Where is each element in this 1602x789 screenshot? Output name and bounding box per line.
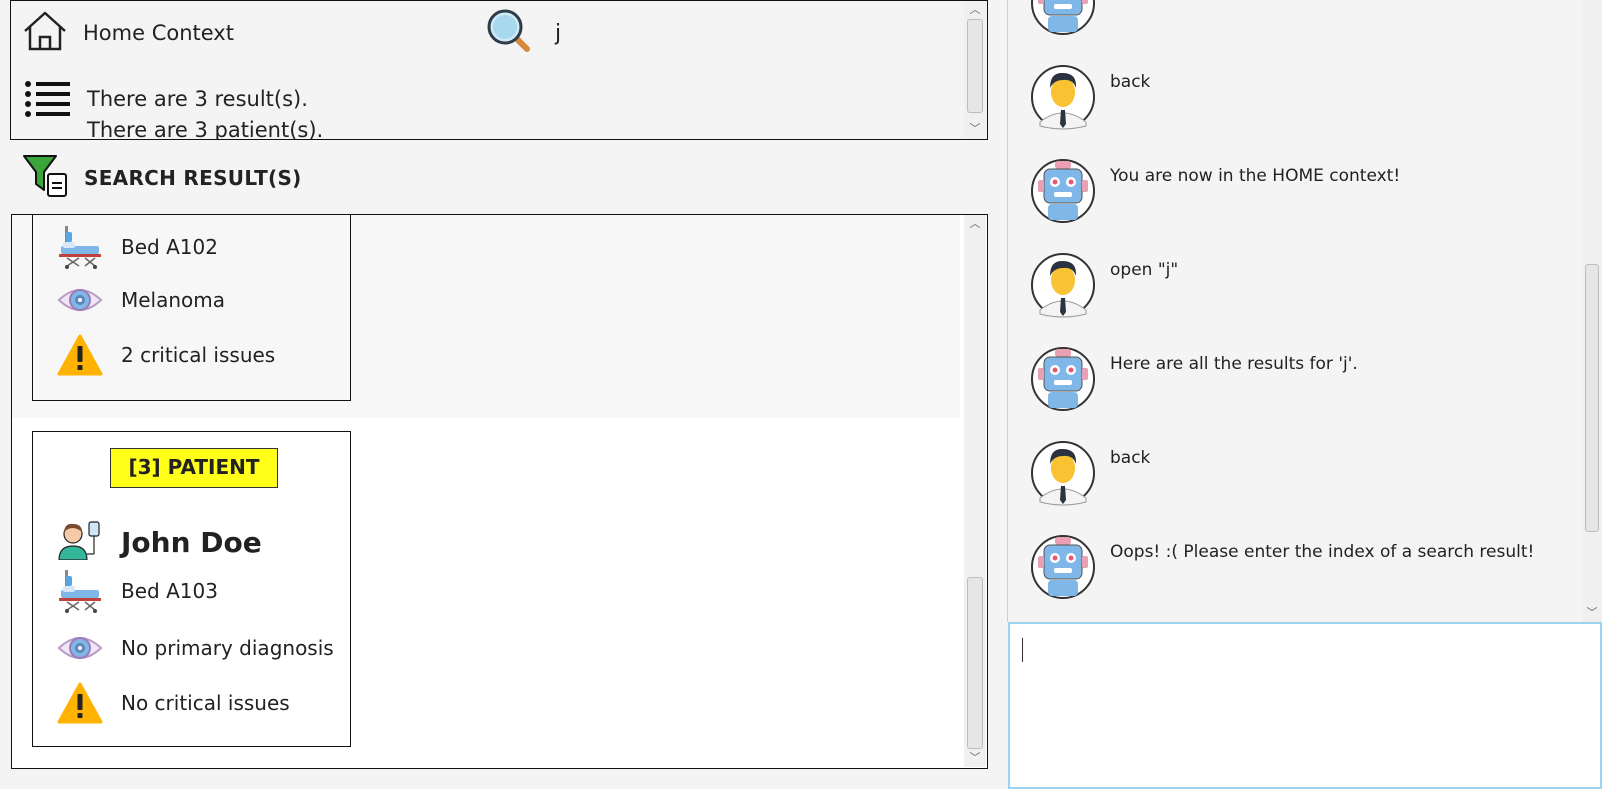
issues-label: No critical issues	[121, 691, 290, 715]
diagnosis-label: Melanoma	[121, 288, 226, 312]
list-icon	[24, 79, 72, 123]
diagnosis-row: Melanoma	[57, 282, 225, 318]
eye-icon	[57, 282, 103, 318]
user-avatar-icon	[1030, 440, 1096, 506]
left-pane: Home Context j There are 3 result(s). Th…	[0, 0, 1008, 789]
patients-count-text: There are 3 patient(s).	[87, 118, 324, 140]
bed-label: Bed A103	[121, 579, 218, 603]
home-icon	[21, 9, 69, 57]
chat-message-bot: Here are all the results for 'j'.	[1030, 346, 1358, 412]
patient-icon	[57, 520, 103, 564]
chat-message-text: back	[1110, 448, 1151, 468]
issues-label: 2 critical issues	[121, 343, 276, 367]
chat-input[interactable]	[1008, 622, 1602, 789]
text-caret	[1022, 638, 1023, 662]
search-query: j	[555, 20, 562, 46]
search-icon	[485, 7, 533, 59]
results-count-text: There are 3 result(s).	[87, 87, 308, 111]
context-indicator: Home Context	[21, 9, 234, 57]
warning-icon	[57, 682, 103, 724]
chat-history: back You are now in the HOME context! op…	[1008, 0, 1602, 622]
chat-message-text: Oops! :( Please enter the index of a sea…	[1110, 542, 1535, 562]
chat-message-user: back	[1030, 440, 1150, 506]
scrollbar-thumb[interactable]	[1585, 264, 1599, 532]
chat-message-user: back	[1030, 64, 1150, 130]
app-window: Home Context j There are 3 result(s). Th…	[0, 0, 1602, 789]
chat-scrollbar[interactable]: ﹀	[1582, 0, 1602, 622]
scroll-down-arrow[interactable]: ﹀	[964, 122, 986, 136]
patient-card-2[interactable]: Bed A102 Melanoma 2 critical issues	[32, 215, 351, 401]
results-scrollbar[interactable]: ︿ ﹀	[964, 215, 986, 767]
bed-label: Bed A102	[121, 235, 218, 259]
name-row: John Doe	[57, 520, 262, 564]
warning-icon	[57, 334, 103, 376]
scrollbar-thumb[interactable]	[967, 19, 983, 113]
hospital-bed-icon	[57, 568, 103, 614]
chat-message-bot	[1030, 0, 1096, 36]
issues-row: No critical issues	[57, 682, 290, 724]
scroll-up-arrow[interactable]: ︿	[964, 217, 986, 231]
context-label: Home Context	[83, 21, 234, 45]
results-title: SEARCH RESULT(S)	[84, 166, 302, 190]
chat-pane: back You are now in the HOME context! op…	[1008, 0, 1602, 789]
chat-message-bot: You are now in the HOME context!	[1030, 158, 1400, 224]
results-header: SEARCH RESULT(S)	[22, 152, 302, 204]
eye-icon	[57, 630, 103, 666]
diagnosis-label: No primary diagnosis	[121, 636, 334, 660]
scroll-down-arrow[interactable]: ﹀	[964, 751, 986, 765]
robot-avatar-icon	[1030, 158, 1096, 224]
status-scrollbar[interactable]: ︿ ﹀	[964, 1, 986, 138]
patient-name: John Doe	[121, 525, 262, 559]
robot-avatar-icon	[1030, 346, 1096, 412]
scrollbar-thumb[interactable]	[967, 577, 983, 749]
status-panel: Home Context j There are 3 result(s). Th…	[10, 0, 988, 140]
scroll-down-arrow[interactable]: ﹀	[1582, 606, 1602, 620]
patient-index-badge: [3] PATIENT	[110, 448, 278, 488]
user-avatar-icon	[1030, 252, 1096, 318]
robot-avatar-icon	[1030, 534, 1096, 600]
diagnosis-row: No primary diagnosis	[57, 630, 334, 666]
search-indicator: j	[485, 7, 561, 59]
bed-row: Bed A103	[57, 568, 218, 614]
chat-message-text: Here are all the results for 'j'.	[1110, 354, 1358, 374]
hospital-bed-icon	[57, 224, 103, 270]
patient-card-3[interactable]: [3] PATIENT John Doe Bed A103 No primary…	[32, 431, 351, 747]
chat-message-text: You are now in the HOME context!	[1110, 166, 1401, 186]
issues-row: 2 critical issues	[57, 334, 275, 376]
filter-icon	[22, 152, 70, 204]
chat-message-text: open "j"	[1110, 260, 1179, 280]
user-avatar-icon	[1030, 64, 1096, 130]
chat-message-bot: Oops! :( Please enter the index of a sea…	[1030, 534, 1534, 600]
chat-message-user: open "j"	[1030, 252, 1178, 318]
robot-avatar-icon	[1030, 0, 1096, 36]
bed-row: Bed A102	[57, 224, 218, 270]
chat-message-text: back	[1110, 72, 1151, 92]
scroll-up-arrow[interactable]: ︿	[964, 3, 986, 17]
results-list: Bed A102 Melanoma 2 critical issues [3] …	[11, 214, 988, 769]
